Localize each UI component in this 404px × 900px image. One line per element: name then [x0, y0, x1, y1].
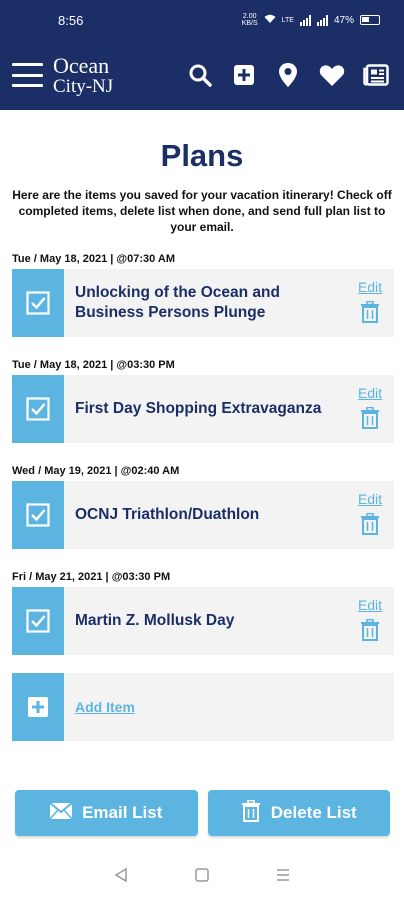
add-item-button[interactable]: Add Item — [12, 673, 394, 741]
plan-title: First Day Shopping Extravaganza — [75, 400, 322, 417]
plan-group: Tue / May 18, 2021 | @03:30 PM First Day… — [0, 355, 404, 443]
plan-actions: Edit — [346, 481, 394, 549]
add-box-icon — [12, 673, 64, 741]
delete-list-button[interactable]: Delete List — [207, 790, 390, 836]
plan-date: Fri / May 21, 2021 | @03:30 PM — [12, 571, 171, 583]
trash-icon[interactable] — [360, 512, 380, 540]
edit-link[interactable]: Edit — [358, 597, 382, 613]
app-header: 8:56 2.00 KB/S LTE 47% Ocean City-NJ — [0, 0, 404, 110]
plan-group: Tue / May 18, 2021 | @07:30 AM Unlocking… — [0, 249, 404, 337]
back-icon[interactable] — [111, 865, 131, 885]
newspaper-icon[interactable] — [361, 60, 391, 90]
plan-date: Tue / May 18, 2021 | @03:30 PM — [12, 359, 175, 371]
plan-item: Unlocking of the Ocean and Business Pers… — [12, 269, 394, 337]
status-time: 8:56 — [58, 12, 84, 28]
app-bar: Ocean City-NJ — [0, 40, 404, 110]
plan-title: Unlocking of the Ocean and Business Pers… — [75, 284, 280, 321]
logo-line1: Ocean — [53, 52, 110, 78]
checkbox-icon[interactable] — [12, 587, 64, 655]
plan-group: Fri / May 21, 2021 | @03:30 PM Martin Z.… — [0, 567, 404, 655]
trash-icon[interactable] — [360, 406, 380, 434]
wifi-icon — [264, 14, 276, 27]
signal-icon-2 — [316, 14, 328, 26]
plan-actions: Edit — [346, 587, 394, 655]
trash-icon[interactable] — [360, 618, 380, 646]
footer-buttons: Email List Delete List — [15, 790, 390, 836]
plan-list: Tue / May 18, 2021 | @07:30 AM Unlocking… — [0, 249, 404, 741]
plan-date: Wed / May 19, 2021 | @02:40 AM — [12, 465, 180, 477]
email-list-label: Email List — [82, 803, 163, 822]
checkbox-icon[interactable] — [12, 375, 64, 443]
battery-icon — [360, 15, 380, 25]
heart-icon[interactable] — [317, 60, 347, 90]
plan-date: Tue / May 18, 2021 | @07:30 AM — [12, 253, 175, 265]
battery-percent: 47% — [333, 14, 354, 26]
checkbox-icon[interactable] — [12, 481, 64, 549]
edit-link[interactable]: Edit — [358, 279, 382, 295]
network-type: LTE — [281, 16, 294, 24]
plan-title: OCNJ Triathlon/Duathlon — [75, 506, 260, 523]
plan-item: OCNJ Triathlon/Duathlon Edit — [12, 481, 394, 549]
plan-item: First Day Shopping Extravaganza Edit — [12, 375, 394, 443]
add-icon[interactable] — [229, 60, 259, 90]
plan-actions: Edit — [346, 269, 394, 337]
delete-list-label: Delete List — [270, 803, 357, 822]
edit-link[interactable]: Edit — [358, 491, 382, 507]
envelope-icon — [49, 801, 73, 824]
menu-icon[interactable] — [12, 63, 43, 87]
location-pin-icon[interactable] — [273, 60, 303, 90]
header-actions — [185, 60, 391, 90]
status-bar: 8:56 2.00 KB/S LTE 47% — [0, 0, 404, 40]
page-title: Plans — [160, 138, 244, 173]
ocean-city-logo[interactable]: Ocean City-NJ — [53, 52, 163, 97]
network-speed: 2.00 KB/S — [241, 13, 258, 27]
plan-actions: Edit — [346, 375, 394, 443]
page-intro: Here are the items you saved for your va… — [12, 188, 392, 234]
system-nav-bar — [0, 850, 404, 900]
edit-link[interactable]: Edit — [358, 385, 382, 401]
status-icons: 2.00 KB/S LTE 47% — [242, 13, 380, 27]
home-icon[interactable] — [192, 865, 212, 885]
signal-icon — [299, 14, 311, 26]
checkbox-icon[interactable] — [12, 269, 64, 337]
recents-icon[interactable] — [273, 865, 293, 885]
plans-screen: 8:56 2.00 KB/S LTE 47% Ocean City-NJ Pla… — [0, 0, 404, 900]
plan-group: Wed / May 19, 2021 | @02:40 AM OCNJ Tria… — [0, 461, 404, 549]
logo-line2: City-NJ — [53, 75, 114, 97]
plan-title: Martin Z. Mollusk Day — [75, 612, 235, 629]
trash-icon — [241, 799, 261, 827]
plan-item: Martin Z. Mollusk Day Edit — [12, 587, 394, 655]
add-item-label[interactable]: Add Item — [64, 673, 135, 741]
search-icon[interactable] — [185, 60, 215, 90]
email-list-button[interactable]: Email List — [15, 790, 198, 836]
trash-icon[interactable] — [360, 300, 380, 328]
